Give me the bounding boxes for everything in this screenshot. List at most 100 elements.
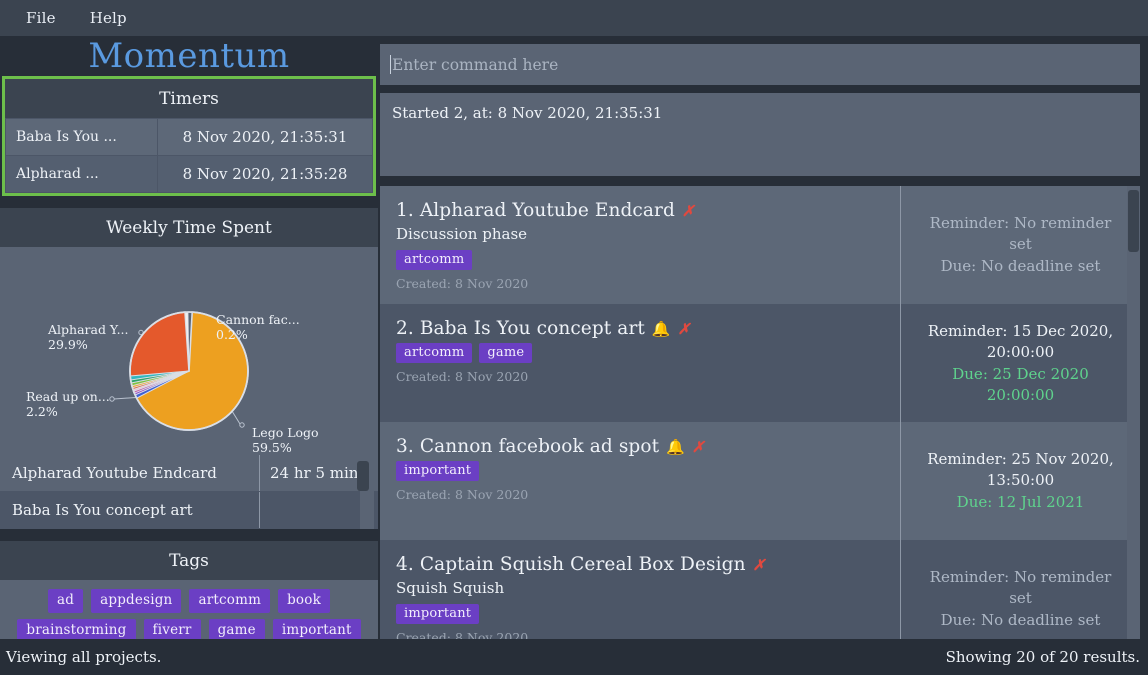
app-body: Momentum Timers Baba Is You ... 8 Nov 20… (0, 36, 1148, 652)
task-main: 2. Baba Is You concept art 🔔 ✗ artcomm g… (380, 304, 901, 422)
command-log-text: Started 2, at: 8 Nov 2020, 21:35:31 (392, 104, 663, 122)
tag-chip[interactable]: artcomm (396, 343, 473, 363)
task-reminder: Reminder: No reminder set (929, 214, 1112, 253)
task-title: 2. Baba Is You concept art (396, 318, 645, 339)
pie-value-text: 29.9% (48, 337, 88, 352)
delete-icon[interactable]: ✗ (692, 438, 705, 456)
task-row[interactable]: 1. Alpharad Youtube Endcard ✗ Discussion… (380, 186, 1140, 304)
timer-time: 8 Nov 2020, 21:35:31 (157, 118, 373, 156)
project-name: Alpharad Youtube Endcard (0, 455, 260, 491)
task-tags: important (396, 604, 884, 624)
tags-panel: Tags ad appdesign artcomm book brainstor… (0, 541, 378, 652)
task-tags: artcomm game (396, 343, 884, 363)
timer-time: 8 Nov 2020, 21:35:28 (157, 155, 373, 193)
tag-chip[interactable]: important (396, 604, 480, 624)
weekly-time-list: Alpharad Youtube Endcard 24 hr 5 min Bab… (0, 455, 378, 529)
tag-chip[interactable]: artcomm (189, 589, 271, 613)
tag-chip[interactable]: artcomm (396, 250, 473, 270)
delete-icon[interactable]: ✗ (753, 556, 766, 574)
task-title: 4. Captain Squish Cereal Box Design (396, 554, 746, 575)
weekly-list-scroll-thumb[interactable] (357, 461, 369, 491)
task-list: 1. Alpharad Youtube Endcard ✗ Discussion… (380, 186, 1140, 639)
task-reminder: Reminder: 25 Nov 2020, 13:50:00 (927, 450, 1114, 489)
list-item[interactable]: Alpharad Youtube Endcard 24 hr 5 min (0, 455, 378, 492)
pie-label-lego: Lego Logo 59.5% (252, 425, 319, 455)
app-title: Momentum (88, 36, 290, 76)
task-due: Due: No deadline set (940, 611, 1101, 629)
tag-chip[interactable]: ad (48, 589, 84, 613)
pie-label-readup: Read up on... 2.2% (26, 389, 110, 419)
main-content: Enter command here Started 2, at: 8 Nov … (378, 36, 1148, 639)
task-title: 1. Alpharad Youtube Endcard (396, 200, 675, 221)
task-list-container: 1. Alpharad Youtube Endcard ✗ Discussion… (380, 186, 1140, 639)
task-due: Due: No deadline set (940, 257, 1101, 275)
tag-chip[interactable]: appdesign (91, 589, 182, 613)
task-description: Squish Squish (396, 579, 505, 597)
command-input-placeholder: Enter command here (392, 55, 559, 74)
task-created: Created: 8 Nov 2020 (396, 369, 529, 384)
timers-header: Timers (5, 79, 373, 118)
weekly-list-scrollbar[interactable] (357, 455, 374, 529)
task-created: Created: 8 Nov 2020 (396, 276, 529, 291)
menu-item-help[interactable]: Help (86, 7, 131, 29)
task-meta: Reminder: 25 Nov 2020, 13:50:00 Due: 12 … (901, 422, 1140, 540)
command-input[interactable]: Enter command here (380, 44, 1140, 85)
task-list-scroll-thumb[interactable] (1128, 190, 1139, 252)
task-main: 1. Alpharad Youtube Endcard ✗ Discussion… (380, 186, 901, 304)
list-item[interactable]: Baba Is You concept art (0, 492, 378, 529)
task-reminder: Reminder: No reminder set (929, 568, 1112, 607)
pie-label-text: Lego Logo (252, 425, 319, 440)
table-row[interactable]: Baba Is You ... 8 Nov 2020, 21:35:31 (5, 118, 373, 156)
task-title-row: 2. Baba Is You concept art 🔔 ✗ (396, 318, 884, 339)
pie-value-text: 59.5% (252, 440, 292, 455)
task-meta: Reminder: 15 Dec 2020, 20:00:00 Due: 25 … (901, 304, 1140, 422)
table-row[interactable]: Alpharad ... 8 Nov 2020, 21:35:28 (5, 155, 373, 193)
pie-label-text: Alpharad Y... (48, 322, 129, 337)
tags-header: Tags (0, 541, 378, 580)
status-right: Showing 20 of 20 results. (945, 648, 1140, 666)
left-sidebar: Momentum Timers Baba Is You ... 8 Nov 20… (0, 36, 378, 652)
task-title: 3. Cannon facebook ad spot (396, 436, 660, 457)
task-created: Created: 8 Nov 2020 (396, 487, 529, 502)
task-title-row: 3. Cannon facebook ad spot 🔔 ✗ (396, 436, 884, 457)
pie-label-text: Read up on... (26, 389, 110, 404)
timers-table: Baba Is You ... 8 Nov 2020, 21:35:31 Alp… (5, 118, 373, 193)
task-main: 3. Cannon facebook ad spot 🔔 ✗ important… (380, 422, 901, 540)
command-log: Started 2, at: 8 Nov 2020, 21:35:31 (380, 93, 1140, 176)
task-list-scrollbar[interactable] (1127, 186, 1140, 639)
status-left: Viewing all projects. (6, 648, 162, 666)
pie-label-alpharad: Alpharad Y... 29.9% (48, 322, 129, 352)
task-title-row: 4. Captain Squish Cereal Box Design ✗ (396, 554, 884, 575)
project-name: Baba Is You concept art (0, 492, 260, 528)
task-main: 4. Captain Squish Cereal Box Design ✗ Sq… (380, 540, 901, 639)
weekly-pie-chart: Alpharad Y... 29.9% Cannon fac... 0.2% R… (0, 247, 378, 455)
task-created: Created: 8 Nov 2020 (396, 630, 529, 639)
task-due: Due: 25 Dec 2020 20:00:00 (952, 364, 1089, 404)
text-caret (390, 55, 391, 74)
task-row[interactable]: 3. Cannon facebook ad spot 🔔 ✗ important… (380, 422, 1140, 540)
delete-icon[interactable]: ✗ (682, 202, 695, 220)
bell-icon: 🔔 (666, 437, 685, 456)
command-bar-wrap: Enter command here (378, 36, 1148, 85)
timers-panel: Timers Baba Is You ... 8 Nov 2020, 21:35… (2, 76, 376, 196)
task-meta: Reminder: No reminder set Due: No deadli… (901, 186, 1140, 304)
task-description: Discussion phase (396, 225, 528, 243)
task-tags: artcomm (396, 250, 884, 270)
task-row[interactable]: 4. Captain Squish Cereal Box Design ✗ Sq… (380, 540, 1140, 639)
task-due: Due: 12 Jul 2021 (956, 493, 1085, 511)
bell-icon: 🔔 (651, 319, 671, 338)
timer-name: Baba Is You ... (5, 118, 158, 156)
tag-chip[interactable]: game (479, 343, 533, 363)
tag-chip[interactable]: book (278, 589, 330, 613)
task-title-row: 1. Alpharad Youtube Endcard ✗ (396, 200, 884, 221)
menu-item-file[interactable]: File (22, 7, 60, 29)
pie-label-text: Cannon fac... (216, 312, 300, 327)
task-reminder: Reminder: 15 Dec 2020, 20:00:00 (927, 321, 1114, 361)
tag-chip[interactable]: important (396, 461, 480, 481)
delete-icon[interactable]: ✗ (678, 320, 691, 338)
task-row[interactable]: 2. Baba Is You concept art 🔔 ✗ artcomm g… (380, 304, 1140, 422)
weekly-time-spent-panel: Weekly Time Spent Alpharad Y... 29.9% Ca… (0, 208, 378, 529)
weekly-time-spent-header: Weekly Time Spent (0, 208, 378, 247)
timer-name: Alpharad ... (5, 155, 158, 193)
pie-label-cannon: Cannon fac... 0.2% (216, 312, 300, 342)
